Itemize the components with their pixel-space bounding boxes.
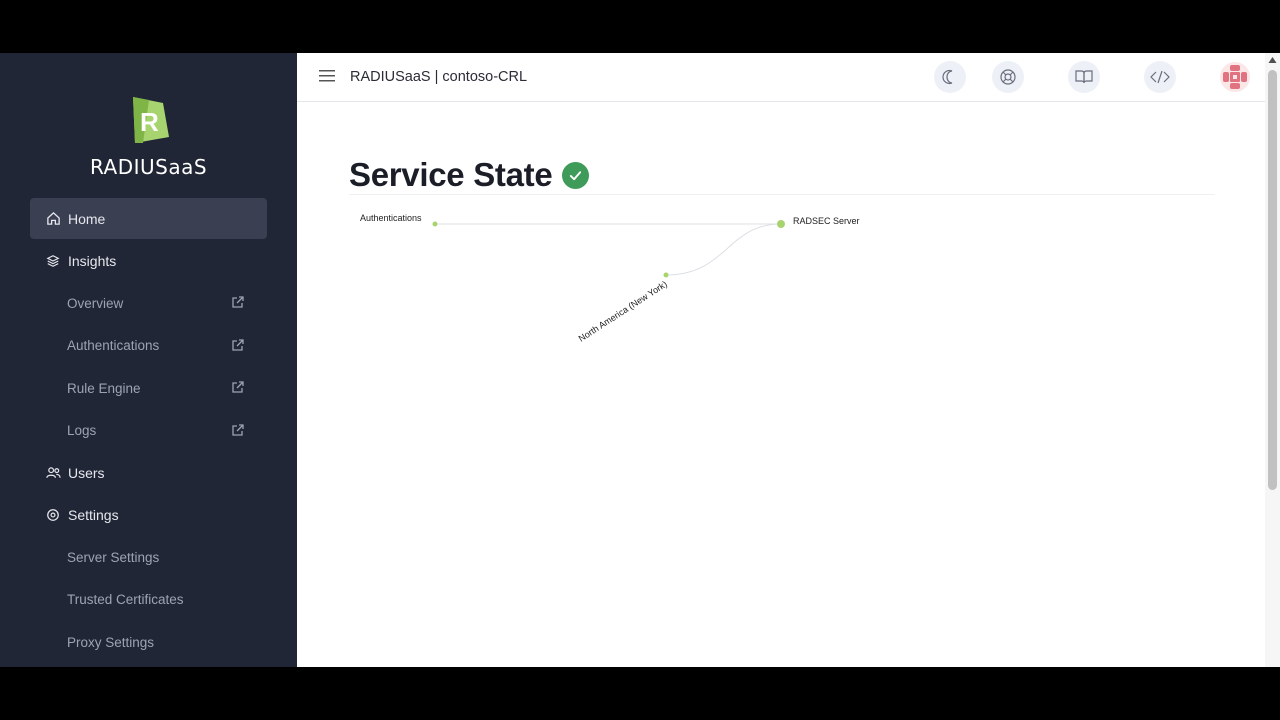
layers-icon [45, 253, 61, 269]
lifebuoy-icon [1000, 69, 1016, 85]
avatar-icon [1220, 62, 1250, 92]
letterbox-bottom [0, 667, 1280, 720]
sidebar-item-label: Insights [68, 252, 117, 269]
logo-letter: R [140, 107, 159, 137]
check-icon [570, 170, 582, 180]
sidebar-item-logs[interactable]: Logs [30, 410, 267, 453]
settings-icon [45, 507, 61, 523]
sidebar-item-proxy-settings[interactable]: Proxy Settings [30, 621, 267, 664]
radiusaas-logo-icon: R [132, 97, 169, 143]
sidebar-item-users[interactable]: Users [30, 452, 267, 493]
sidebar-item-label: Home [68, 210, 106, 227]
sidebar-item-trusted-certificates[interactable]: Trusted Certificates [30, 579, 267, 622]
app-window: R RADIUSaaS Home Insights Overview Authe… [0, 53, 1280, 667]
users-icon [45, 465, 61, 481]
main-content: RADIUSaaS | contoso-CRL Service State Au… [297, 53, 1280, 667]
book-icon [1075, 70, 1093, 84]
scrollbar-thumb[interactable] [1268, 70, 1277, 490]
node-label-region: North America (New York) [577, 279, 669, 344]
sidebar: R RADIUSaaS Home Insights Overview Authe… [0, 53, 297, 667]
sidebar-item-server-settings[interactable]: Server Settings [30, 536, 267, 579]
sidebar-item-label: Server Settings [67, 549, 160, 565]
status-ok-badge [562, 161, 590, 189]
sidebar-item-label: Rule Engine [67, 380, 141, 396]
brand[interactable]: R RADIUSaaS [0, 97, 297, 179]
sidebar-item-label: Users [68, 464, 105, 481]
code-icon [1150, 70, 1170, 84]
user-avatar[interactable] [1219, 61, 1251, 93]
moon-icon [942, 69, 953, 85]
sidebar-item-label: Authentications [67, 338, 160, 354]
sidebar-item-label: Logs [67, 423, 97, 439]
sidebar-item-authentications[interactable]: Authentications [30, 325, 267, 368]
page-title-text: Service State [349, 156, 553, 193]
node-label-radsec-server: RADSEC Server [793, 216, 860, 226]
sidebar-item-settings[interactable]: Settings [30, 494, 267, 535]
external-link-icon [232, 423, 244, 436]
sidebar-item-overview[interactable]: Overview [30, 282, 267, 325]
topbar-title: RADIUSaaS | contoso-CRL [350, 69, 528, 85]
theme-toggle-button[interactable] [934, 61, 966, 93]
external-link-icon [232, 338, 244, 351]
support-button[interactable] [992, 61, 1024, 93]
sidebar-item-label: Trusted Certificates [67, 592, 184, 608]
sidebar-item-rule-engine[interactable]: Rule Engine [30, 367, 267, 410]
sidebar-item-label: Proxy Settings [67, 634, 155, 650]
title-divider [349, 194, 1215, 195]
sidebar-item-label: Overview [67, 295, 124, 311]
external-link-icon [232, 381, 244, 393]
sidebar-item-label: Settings [68, 506, 119, 523]
service-topology-graph: Authentications RADSEC Server North Amer… [360, 213, 860, 344]
edge-region-radsec [665, 223, 782, 276]
external-link-icon [232, 296, 244, 308]
sidebar-nav: Home Insights Overview Authentications R… [30, 198, 267, 664]
node-region[interactable] [663, 272, 669, 278]
documentation-button[interactable] [1068, 61, 1100, 93]
sidebar-item-home[interactable]: Home [30, 198, 267, 239]
home-icon [45, 211, 61, 227]
brand-name: RADIUSaaS [89, 155, 208, 179]
scroll-up-arrow-icon[interactable] [1268, 56, 1277, 65]
menu-icon[interactable] [319, 70, 335, 82]
page-title: Service State [349, 156, 590, 194]
node-radsec-server[interactable] [777, 220, 785, 228]
scrollbar[interactable] [1265, 53, 1280, 667]
topbar: RADIUSaaS | contoso-CRL [297, 53, 1280, 102]
node-label-authentications: Authentications [360, 213, 422, 223]
sidebar-item-insights[interactable]: Insights [30, 240, 267, 281]
node-authentications[interactable] [432, 221, 438, 227]
api-button[interactable] [1144, 61, 1176, 93]
letterbox-top [0, 0, 1280, 53]
